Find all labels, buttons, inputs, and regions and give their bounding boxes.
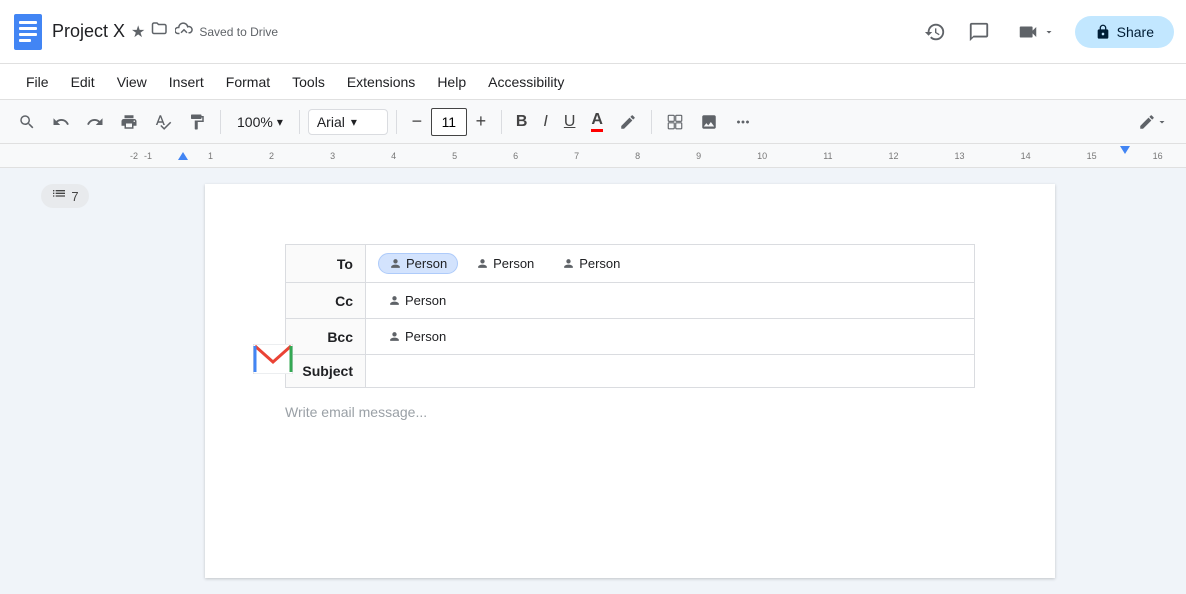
- menu-help[interactable]: Help: [427, 70, 476, 94]
- highlight-color-button[interactable]: A: [585, 106, 609, 138]
- cc-person-1[interactable]: Person: [378, 291, 456, 310]
- pen-button[interactable]: [613, 106, 643, 138]
- share-button[interactable]: Share: [1075, 16, 1174, 48]
- cc-value[interactable]: Person: [366, 283, 975, 319]
- app-icon: [12, 12, 44, 52]
- search-button[interactable]: [12, 106, 42, 138]
- separator-2: [299, 110, 300, 134]
- top-icons: Share: [917, 14, 1174, 50]
- paint-format-button[interactable]: [182, 106, 212, 138]
- outline-count: 7: [71, 189, 78, 204]
- video-call-button[interactable]: [1005, 15, 1067, 49]
- more-options-button[interactable]: [728, 106, 758, 138]
- font-dropdown-icon: ▾: [351, 115, 357, 129]
- edit-mode-button[interactable]: [1132, 106, 1174, 138]
- spellcheck-button[interactable]: [148, 106, 178, 138]
- menu-insert[interactable]: Insert: [159, 70, 214, 94]
- share-label: Share: [1117, 24, 1154, 40]
- menu-file[interactable]: File: [16, 70, 59, 94]
- document-title[interactable]: Project X: [52, 21, 125, 42]
- font-name: Arial: [317, 114, 345, 130]
- email-table: To Person Person Person: [285, 244, 975, 388]
- redo-button[interactable]: [80, 106, 110, 138]
- title-area: Project X ★ Saved to Drive: [52, 20, 278, 43]
- bcc-label: Bcc: [286, 319, 366, 355]
- menu-bar: File Edit View Insert Format Tools Exten…: [0, 64, 1186, 100]
- compose-placeholder[interactable]: Write email message...: [285, 404, 975, 420]
- italic-button[interactable]: I: [537, 106, 553, 138]
- comments-button[interactable]: [961, 14, 997, 50]
- history-button[interactable]: [917, 14, 953, 50]
- menu-format[interactable]: Format: [216, 70, 280, 94]
- font-selector[interactable]: Arial ▾: [308, 109, 388, 135]
- bcc-row: Bcc Person: [286, 319, 975, 355]
- subject-label: Subject: [286, 355, 366, 388]
- zoom-value: 100%: [237, 114, 273, 130]
- to-person-3[interactable]: Person: [552, 254, 630, 273]
- bold-button[interactable]: B: [510, 106, 534, 138]
- subject-value[interactable]: [366, 355, 975, 388]
- undo-button[interactable]: [46, 106, 76, 138]
- subject-row: Subject: [286, 355, 975, 388]
- star-icon[interactable]: ★: [131, 22, 145, 42]
- document-page: To Person Person Person: [205, 184, 1055, 578]
- menu-view[interactable]: View: [107, 70, 157, 94]
- toolbar: 100% ▾ Arial ▾ − 11 + B I U A: [0, 100, 1186, 144]
- print-button[interactable]: [114, 106, 144, 138]
- to-row: To Person Person Person: [286, 245, 975, 283]
- main-content: 7 To Pers: [0, 168, 1186, 594]
- to-value[interactable]: Person Person Person: [366, 245, 975, 283]
- separator-3: [396, 110, 397, 134]
- to-person-1[interactable]: Person: [378, 253, 458, 274]
- menu-edit[interactable]: Edit: [61, 70, 105, 94]
- cc-row: Cc Person: [286, 283, 975, 319]
- separator-1: [220, 110, 221, 134]
- menu-accessibility[interactable]: Accessibility: [478, 70, 574, 94]
- to-person-2[interactable]: Person: [466, 254, 544, 273]
- ruler-content: -2 -1 1 2 3 4 5 6 7 8 9 10 11 12 13 14 1…: [130, 151, 1186, 161]
- title-row: Project X ★ Saved to Drive: [52, 20, 278, 43]
- bcc-person-1[interactable]: Person: [378, 327, 456, 346]
- font-size-display[interactable]: 11: [431, 108, 467, 136]
- bcc-value[interactable]: Person: [366, 319, 975, 355]
- cc-label: Cc: [286, 283, 366, 319]
- page-area: To Person Person Person: [130, 168, 1130, 594]
- outline-badge[interactable]: 7: [41, 184, 88, 208]
- saved-status: Saved to Drive: [199, 25, 278, 39]
- font-size-area: − 11 +: [405, 106, 493, 138]
- font-size-increase[interactable]: +: [469, 106, 493, 138]
- insert-text-button[interactable]: [660, 106, 690, 138]
- menu-extensions[interactable]: Extensions: [337, 70, 425, 94]
- gmail-icon: [253, 344, 293, 379]
- ruler: -2 -1 1 2 3 4 5 6 7 8 9 10 11 12 13 14 1…: [0, 144, 1186, 168]
- underline-button[interactable]: U: [558, 106, 582, 138]
- folder-icon[interactable]: [151, 20, 169, 43]
- top-bar: Project X ★ Saved to Drive: [0, 0, 1186, 64]
- zoom-control[interactable]: 100% ▾: [229, 110, 291, 134]
- insert-image-button[interactable]: [694, 106, 724, 138]
- font-size-decrease[interactable]: −: [405, 106, 429, 138]
- menu-tools[interactable]: Tools: [282, 70, 335, 94]
- zoom-dropdown-icon: ▾: [277, 115, 283, 129]
- to-label: To: [286, 245, 366, 283]
- right-toolbar: [1130, 168, 1186, 594]
- left-panel: 7: [0, 168, 130, 594]
- separator-4: [501, 110, 502, 134]
- separator-5: [651, 110, 652, 134]
- cloud-saved-icon: [175, 22, 193, 41]
